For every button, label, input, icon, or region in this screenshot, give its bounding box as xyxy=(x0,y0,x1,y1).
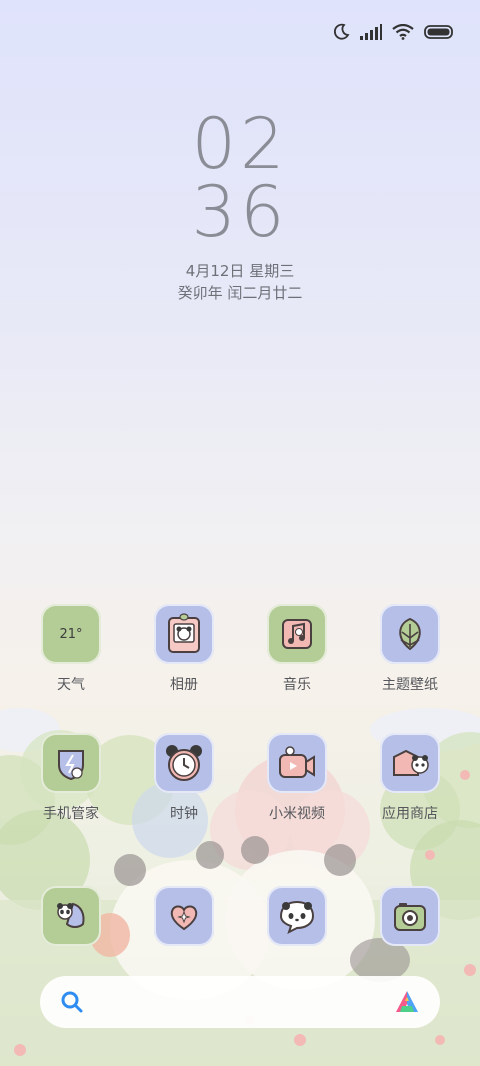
moon-icon xyxy=(333,23,350,40)
messages-icon xyxy=(154,886,214,946)
ai-assistant-icon[interactable] xyxy=(394,989,420,1015)
lock-clock[interactable]: 02 36 4月12日 星期三 癸卯年 闰二月廿二 xyxy=(0,103,480,304)
gallery-icon xyxy=(154,604,214,664)
app-themes[interactable]: 主题壁纸 xyxy=(355,604,465,694)
app-clock[interactable]: 时钟 xyxy=(129,733,239,823)
app-music[interactable]: 音乐 xyxy=(242,604,352,694)
app-label: 主题壁纸 xyxy=(382,677,438,693)
weather-icon: 21° xyxy=(41,604,101,664)
app-label: 小米视频 xyxy=(269,806,325,822)
clock-lunar-date: 癸卯年 闰二月廿二 xyxy=(177,284,303,302)
phone-icon xyxy=(41,886,101,946)
clock-hours: 02 xyxy=(191,103,289,185)
weather-temperature: 21° xyxy=(59,626,83,642)
app-video[interactable]: 小米视频 xyxy=(242,733,352,823)
app-label: 天气 xyxy=(57,677,85,693)
camera-icon xyxy=(380,886,440,946)
video-icon xyxy=(267,733,327,793)
app-label: 手机管家 xyxy=(43,806,99,822)
app-label: 应用商店 xyxy=(382,806,438,822)
signal-icon xyxy=(360,24,382,40)
security-icon xyxy=(41,733,101,793)
app-store-icon xyxy=(380,733,440,793)
music-icon xyxy=(267,604,327,664)
clock-date: 4月12日 星期三 xyxy=(185,262,295,280)
dock-messages[interactable] xyxy=(129,886,239,946)
chat-icon xyxy=(267,886,327,946)
app-label: 相册 xyxy=(170,677,198,693)
app-gallery[interactable]: 相册 xyxy=(129,604,239,694)
battery-icon xyxy=(424,25,453,39)
clock-minutes: 36 xyxy=(191,171,289,253)
themes-icon xyxy=(380,604,440,664)
home-screen: 02 36 4月12日 星期三 癸卯年 闰二月廿二 21° 天气 相册 音乐 主… xyxy=(0,0,480,1066)
app-store[interactable]: 应用商店 xyxy=(355,733,465,823)
wifi-icon xyxy=(392,24,414,40)
app-label: 音乐 xyxy=(283,677,311,693)
app-security[interactable]: 手机管家 xyxy=(16,733,126,823)
dock-camera[interactable] xyxy=(355,886,465,946)
search-bar[interactable] xyxy=(40,976,440,1028)
status-bar xyxy=(332,18,454,46)
dock-chat[interactable] xyxy=(242,886,352,946)
app-weather[interactable]: 21° 天气 xyxy=(16,604,126,694)
dock-phone[interactable] xyxy=(16,886,126,946)
search-icon[interactable] xyxy=(60,990,84,1014)
clock-icon xyxy=(154,733,214,793)
app-label: 时钟 xyxy=(170,806,198,822)
